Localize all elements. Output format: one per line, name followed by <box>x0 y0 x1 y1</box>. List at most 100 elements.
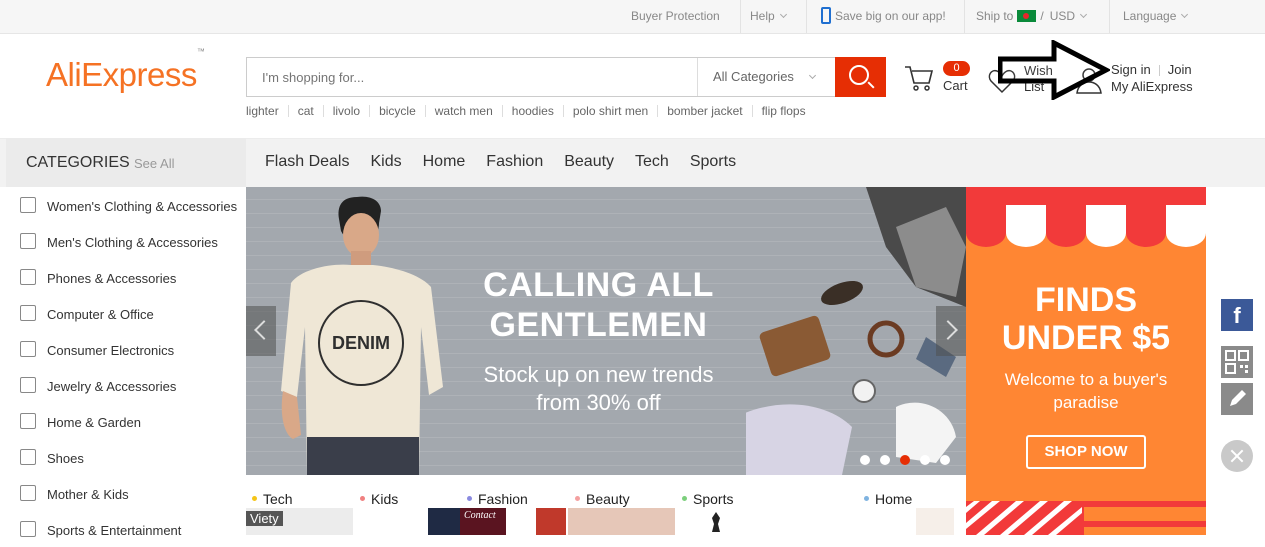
featured-category-fashion[interactable]: Fashion <box>467 491 528 507</box>
featured-category-label: Home <box>875 491 913 507</box>
hot-keyword-link[interactable]: bomber jacket <box>657 105 751 117</box>
app-promo-label: Save big on our app! <box>835 9 946 23</box>
category-item[interactable]: Sports & Entertainment <box>6 511 246 547</box>
hot-keyword-link[interactable]: lighter <box>246 105 288 117</box>
nav-link-kids[interactable]: Kids <box>370 153 401 170</box>
banner-subtitle: Stock up on new trends from 30% off <box>456 361 741 417</box>
hero-banner[interactable]: DENIM CALLING ALL GENTLEMEN Stock up on n… <box>246 187 966 475</box>
sign-in-row: Sign in Join <box>1111 62 1192 77</box>
home-thumbnail[interactable] <box>916 508 954 535</box>
nav-link-flash-deals[interactable]: Flash Deals <box>265 153 349 170</box>
category-item[interactable]: Women's Clothing & Accessories <box>6 187 246 223</box>
promo-panel[interactable]: FINDS UNDER $5 Welcome to a buyer's paradi… <box>966 187 1206 535</box>
carousel-dot[interactable] <box>920 455 930 465</box>
search-button[interactable] <box>835 57 886 97</box>
category-item[interactable]: Phones & Accessories <box>6 259 246 295</box>
bottom-stripes-graphic <box>966 501 1206 535</box>
app-promo-link[interactable]: Save big on our app! <box>821 0 946 33</box>
join-link[interactable]: Join <box>1168 62 1192 77</box>
cart-button[interactable]: 0 Cart <box>904 60 979 100</box>
carousel-dot[interactable] <box>880 455 890 465</box>
ship-to-label: Ship to <box>976 9 1014 23</box>
divider <box>964 0 965 33</box>
category-label: Mother & Kids <box>47 487 129 502</box>
fashion-thumbnail[interactable]: Contact <box>460 508 506 535</box>
hot-keyword-link[interactable]: cat <box>287 105 323 117</box>
qr-code-button[interactable] <box>1221 346 1253 378</box>
nav-link-fashion[interactable]: Fashion <box>486 153 543 170</box>
carousel-dot[interactable] <box>900 455 910 465</box>
bullet-dot-icon <box>360 495 365 501</box>
featured-category-sports[interactable]: Sports <box>682 491 733 507</box>
close-icon[interactable] <box>1221 440 1253 472</box>
shoe-icon <box>20 449 36 465</box>
nav-link-beauty[interactable]: Beauty <box>564 153 614 170</box>
featured-category-label: Beauty <box>586 491 630 507</box>
category-item[interactable]: Mother & Kids <box>6 475 246 511</box>
nav-links: Flash Deals Kids Home Fashion Beauty Tech Spor… <box>265 153 757 171</box>
search-input[interactable] <box>247 58 697 96</box>
chevron-down-icon <box>1080 10 1088 19</box>
my-aliexpress-link[interactable]: My AliExpress <box>1111 79 1193 94</box>
language-menu[interactable]: Language <box>1123 0 1189 33</box>
thumb-brand-label: Contact <box>464 510 496 521</box>
facebook-button[interactable]: f <box>1221 299 1253 331</box>
banner-headline: CALLING ALL GENTLEMEN <box>456 265 741 345</box>
tech-thumbnail[interactable]: Viety <box>246 508 353 535</box>
banner-prev-button[interactable] <box>246 306 276 356</box>
promo-subtitle-line1: Welcome to a buyer's <box>1004 370 1168 389</box>
category-item[interactable]: Consumer Electronics <box>6 331 246 367</box>
help-menu[interactable]: Help <box>750 0 787 33</box>
shop-now-button[interactable]: SHOP NOW <box>1026 435 1146 469</box>
category-select[interactable]: All Categories <box>697 58 835 96</box>
featured-category-label: Sports <box>693 491 734 507</box>
category-item[interactable]: Shoes <box>6 439 246 475</box>
buyer-protection-link[interactable]: Buyer Protection <box>631 0 720 33</box>
category-item[interactable]: Jewelry & Accessories <box>6 367 246 403</box>
sign-in-link[interactable]: Sign in <box>1111 62 1151 77</box>
featured-category-kids[interactable]: Kids <box>360 491 398 507</box>
category-item[interactable]: Computer & Office <box>6 295 246 331</box>
promo-title-line2: UNDER $5 <box>1001 319 1171 357</box>
beauty-thumbnail[interactable] <box>568 508 675 535</box>
facebook-icon: f <box>1233 303 1241 328</box>
promo-title-line1: FINDS <box>1035 281 1137 319</box>
category-item[interactable]: Men's Clothing & Accessories <box>6 223 246 259</box>
hot-keyword-link[interactable]: flip flops <box>751 105 815 117</box>
promo-subtitle-line2: paradise <box>1053 393 1119 412</box>
category-select-label: All Categories <box>713 69 794 84</box>
see-all-link[interactable]: See All <box>134 156 174 171</box>
hot-keyword-link[interactable]: bicycle <box>369 105 425 117</box>
feedback-button[interactable] <box>1221 383 1253 415</box>
category-label: Jewelry & Accessories <box>47 379 177 394</box>
featured-category-tech[interactable]: Tech <box>252 491 293 507</box>
category-item[interactable]: Home & Garden <box>6 403 246 439</box>
bullet-dot-icon <box>575 495 580 501</box>
nav-link-home[interactable]: Home <box>423 153 466 170</box>
hot-keyword-link[interactable]: hoodies <box>501 105 563 117</box>
ship-to-menu[interactable]: Ship to / USD <box>976 0 1088 33</box>
kids-thumbnail[interactable] <box>428 508 464 535</box>
featured-category-beauty[interactable]: Beauty <box>575 491 630 507</box>
logo-text: AliExpress <box>46 56 197 93</box>
phone-icon <box>20 269 36 285</box>
accessories-image <box>746 187 966 475</box>
currency-label: USD <box>1049 9 1076 23</box>
banner-next-button[interactable] <box>936 306 966 356</box>
featured-category-home[interactable]: Home <box>864 491 912 507</box>
hot-keyword-link[interactable]: watch men <box>424 105 502 117</box>
cart-count-badge: 0 <box>943 61 970 76</box>
fashion-item-thumbnail[interactable] <box>536 508 566 535</box>
bullet-dot-icon <box>252 495 257 501</box>
hot-keyword-link[interactable]: polo shirt men <box>562 105 657 117</box>
annotation-arrow-icon <box>998 40 1110 100</box>
carousel-dot[interactable] <box>860 455 870 465</box>
nav-link-tech[interactable]: Tech <box>635 153 669 170</box>
hot-keyword-link[interactable]: livolo <box>322 105 369 117</box>
banner-headline-line1: CALLING ALL <box>483 266 714 304</box>
aliexpress-logo[interactable]: AliExpress™ <box>46 47 205 94</box>
sports-thumbnail[interactable] <box>704 508 728 535</box>
carousel-dot[interactable] <box>940 455 950 465</box>
bullet-dot-icon <box>682 495 687 501</box>
nav-link-sports[interactable]: Sports <box>690 153 736 170</box>
